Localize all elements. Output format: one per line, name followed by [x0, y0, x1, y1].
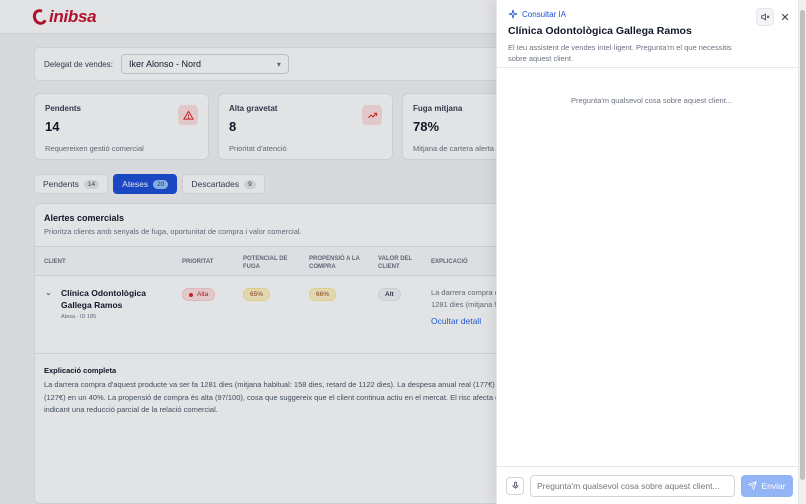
scrollbar-thumb[interactable] [800, 10, 805, 480]
close-button[interactable]: ✕ [776, 8, 794, 26]
chat-footer: Enviar [497, 466, 806, 504]
send-icon [748, 481, 758, 490]
panel-scrollbar[interactable] [798, 0, 806, 504]
send-label: Enviar [761, 480, 786, 491]
mute-button[interactable] [756, 8, 774, 26]
panel-description: El teu assistent de vendes intel·ligent.… [508, 43, 732, 63]
ai-side-panel: Consultar IA Clínica Odontològica Galleg… [496, 0, 806, 504]
chat-input[interactable] [530, 474, 735, 497]
speaker-mute-icon [761, 13, 770, 21]
sparkle-icon [508, 9, 518, 19]
send-button[interactable]: Enviar [741, 474, 793, 497]
panel-kicker: Consultar IA [508, 9, 795, 19]
close-icon: ✕ [780, 11, 790, 24]
panel-kicker-label: Consultar IA [522, 9, 567, 19]
panel-header: Consultar IA Clínica Odontològica Galleg… [497, 0, 806, 68]
microphone-icon [512, 481, 518, 489]
panel-title: Clínica Odontològica Gallega Ramos [508, 25, 692, 37]
chat-empty-state: Pregunta'm qualsevol cosa sobre aquest c… [570, 96, 733, 105]
microphone-button[interactable] [506, 476, 524, 495]
